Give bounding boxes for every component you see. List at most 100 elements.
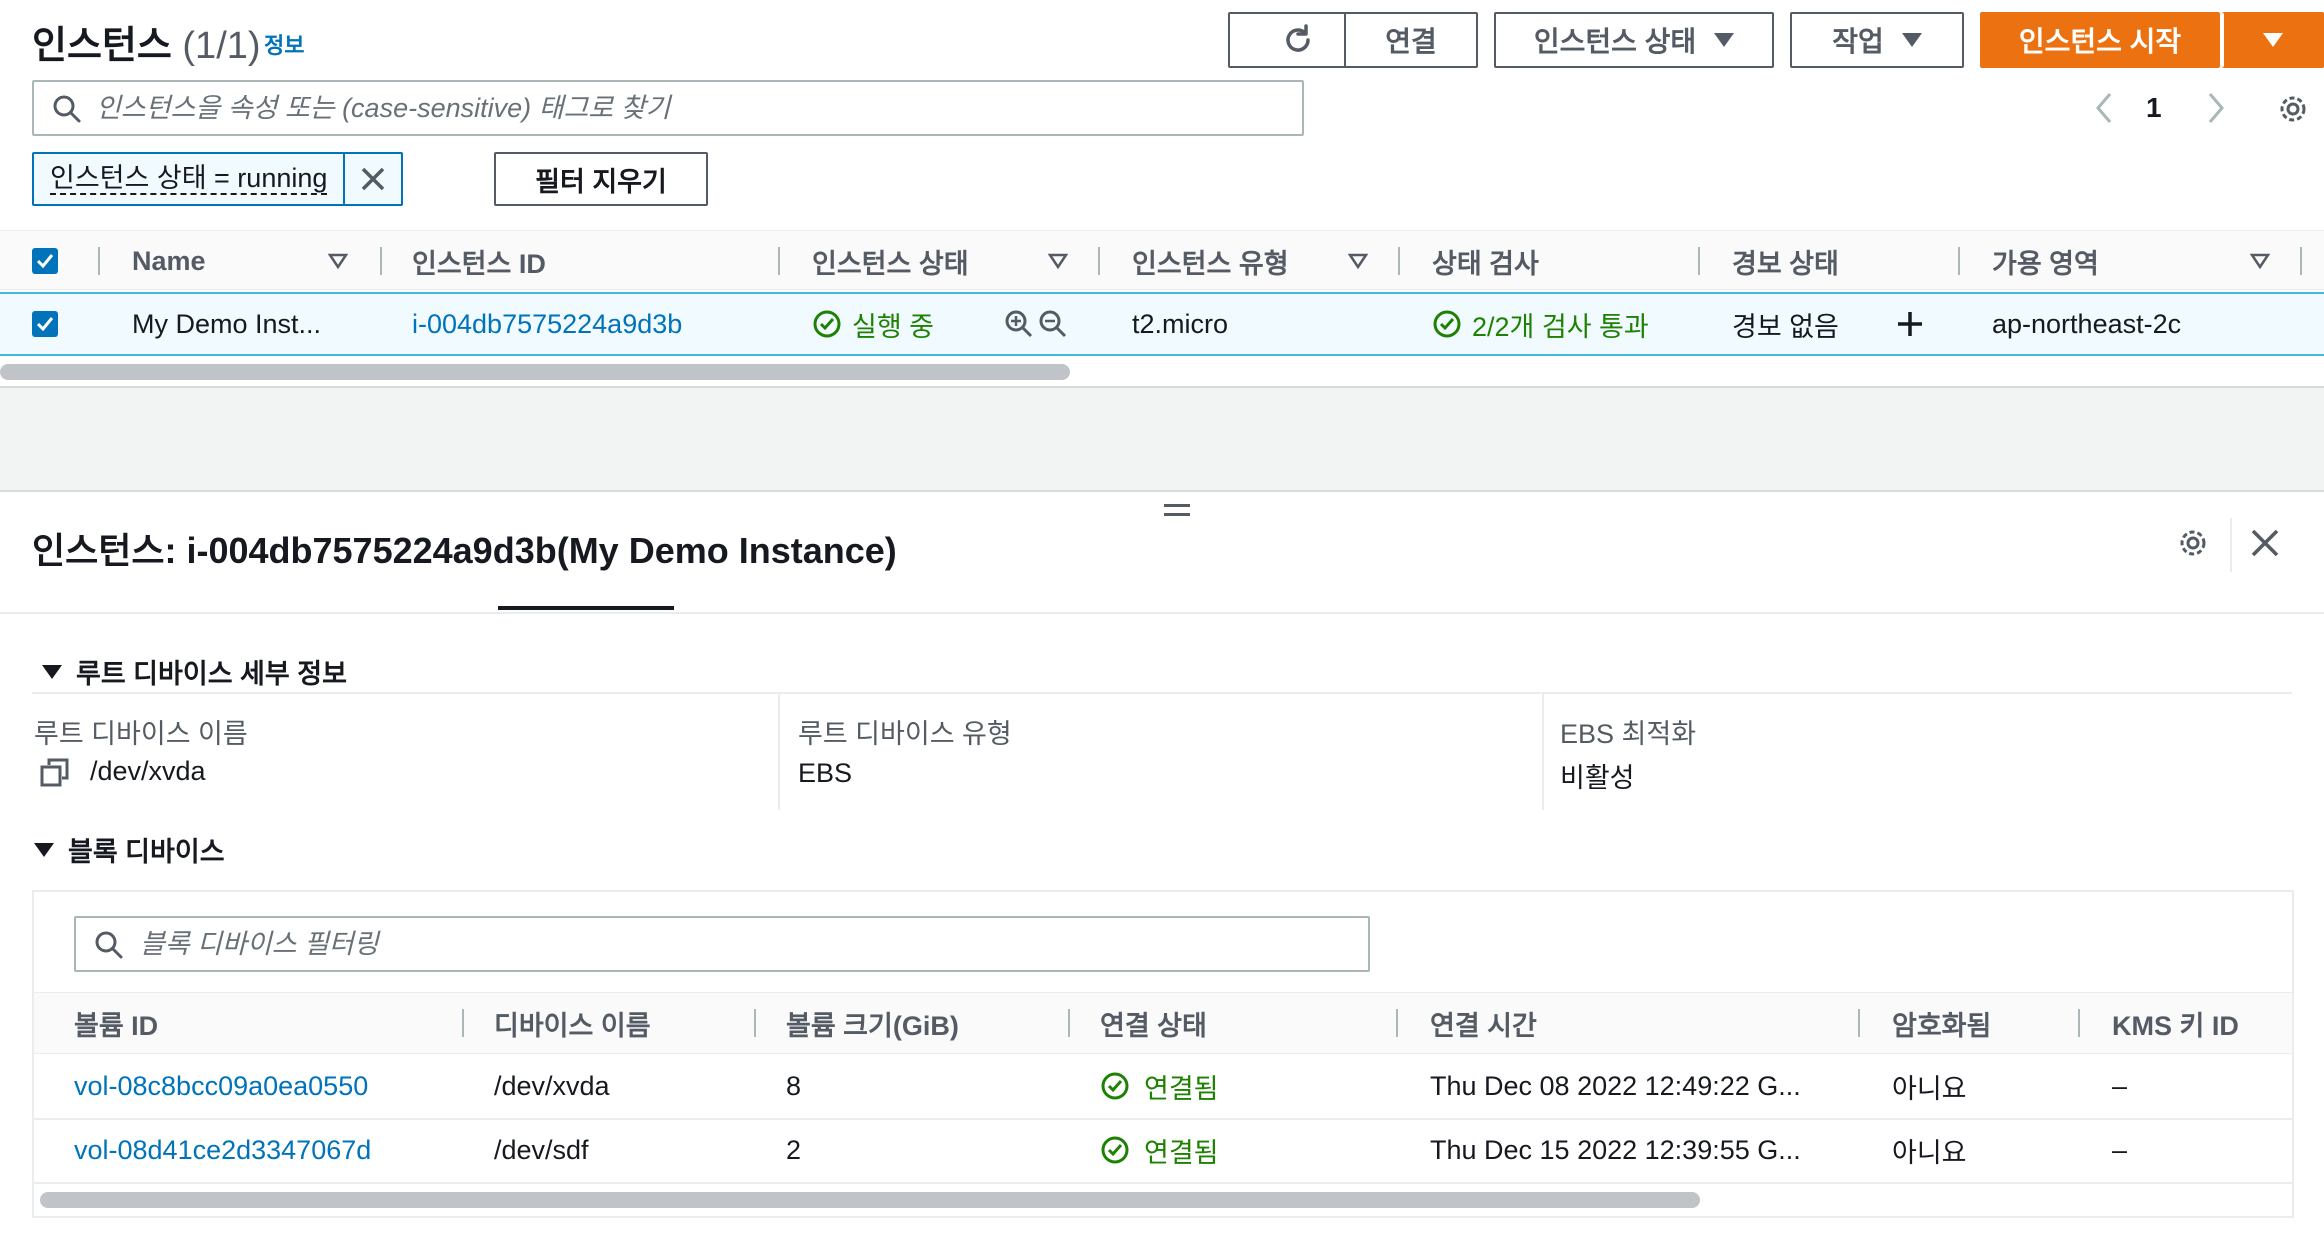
caret-down-icon (1901, 33, 1922, 47)
root-device-type-label: 루트 디바이스 유형 (798, 719, 1012, 749)
select-all-checkbox[interactable] (32, 231, 58, 291)
chevron-left-icon[interactable] (2094, 92, 2114, 124)
check-circle-icon (813, 310, 841, 338)
status-check: 2/2개 검사 통과 (1432, 294, 1649, 354)
volume-id-link[interactable]: vol-08d41ce2d3347067d (74, 1120, 371, 1180)
gear-icon (2180, 530, 2206, 556)
page-number[interactable]: 1 (2146, 92, 2162, 124)
horizontal-scrollbar[interactable] (0, 364, 1070, 380)
availability-zone: ap-northeast-2c (1992, 308, 2182, 339)
clear-filters-button[interactable]: 필터 지우기 (494, 152, 708, 206)
zoom-in-icon[interactable] (1004, 309, 1034, 339)
column-header-encrypted[interactable]: 암호화됨 (1892, 993, 1991, 1053)
actions-dropdown[interactable]: 작업 (1790, 12, 1964, 68)
instance-state-dropdown[interactable]: 인스턴스 상태 (1494, 12, 1774, 68)
launch-instances-button[interactable]: 인스턴스 시작 (1980, 12, 2220, 68)
row-checkbox[interactable] (32, 294, 58, 354)
connect-button[interactable]: 연결 (1344, 12, 1478, 68)
root-device-section-title: 루트 디바이스 세부 정보 (76, 659, 347, 689)
tabs-divider (0, 612, 2324, 614)
instance-search[interactable] (32, 80, 1304, 136)
kms-key-id: – (2112, 1070, 2128, 1101)
gear-icon[interactable] (2276, 92, 2310, 126)
caret-down-icon (1714, 33, 1735, 47)
attachment-status-text: 연결됨 (1144, 1137, 1219, 1168)
close-icon (362, 167, 385, 191)
filter-token[interactable]: 인스턴스 상태 = running (32, 152, 404, 206)
root-device-name-value: /dev/xvda (90, 756, 206, 786)
volume-size: 2 (786, 1134, 802, 1165)
divider (1542, 694, 1544, 810)
caret-down-icon (34, 842, 54, 857)
detail-title: 인스턴스: i-004db7575224a9d3b(My Demo Instan… (32, 530, 897, 571)
remove-filter-button[interactable] (343, 154, 401, 204)
instance-state-text: 실행 중 (852, 311, 935, 342)
encrypted: 아니요 (1892, 1137, 1967, 1168)
detail-settings-button[interactable] (2176, 526, 2210, 560)
instance-state: 실행 중 (812, 294, 934, 354)
attachment-status: 연결됨 (1100, 1056, 1219, 1116)
zoom-out-icon[interactable] (1038, 309, 1068, 339)
column-header-instance-type[interactable]: 인스턴스 유형 (1132, 231, 1289, 291)
column-header-volume-id[interactable]: 볼륨 ID (74, 993, 158, 1053)
active-tab-indicator[interactable] (498, 606, 674, 610)
launch-options-dropdown[interactable] (2222, 12, 2324, 68)
root-device-name-label: 루트 디바이스 이름 (34, 719, 248, 749)
column-header-status-check[interactable]: 상태 검사 (1432, 231, 1539, 291)
block-devices-table-header: 볼륨 ID 디바이스 이름 볼륨 크기(GiB) 연결 상태 연결 시간 암호화… (34, 992, 2292, 1054)
volume-id-link[interactable]: vol-08c8bcc09a0ea0550 (74, 1056, 368, 1116)
column-header-instance-id[interactable]: 인스턴스 ID (412, 231, 546, 291)
ebs-optimized-label: EBS 최적화 (1560, 719, 1697, 749)
page-title: 인스턴스 (1/1) (32, 14, 261, 69)
attachment-time: Thu Dec 15 2022 12:39:55 G... (1430, 1134, 1801, 1165)
copy-icon[interactable] (40, 757, 70, 787)
status-check-text: 2/2개 검사 통과 (1472, 311, 1649, 342)
sort-icon[interactable] (2250, 253, 2270, 269)
add-alarm-button[interactable] (1896, 294, 1924, 354)
search-icon (95, 931, 123, 959)
column-header-kms-key-id[interactable]: KMS 키 ID (2112, 993, 2239, 1053)
launch-label: 인스턴스 시작 (2018, 26, 2182, 57)
close-detail-button[interactable] (2250, 528, 2280, 558)
column-header-availability-zone[interactable]: 가용 영역 (1992, 231, 2099, 291)
divider (2230, 518, 2232, 572)
attachment-status: 연결됨 (1100, 1120, 1219, 1180)
instance-name: My Demo Inst... (132, 308, 322, 339)
chevron-right-icon[interactable] (2206, 92, 2226, 124)
column-header-attachment-status[interactable]: 연결 상태 (1100, 993, 1207, 1053)
plus-icon (1898, 312, 1922, 336)
zoom-controls (1004, 294, 1068, 354)
column-header-attachment-time[interactable]: 연결 시간 (1430, 993, 1537, 1053)
block-device-search[interactable] (74, 916, 1370, 972)
sort-icon[interactable] (328, 253, 348, 269)
sort-icon[interactable] (1048, 253, 1068, 269)
info-link[interactable]: 정보 (264, 28, 304, 60)
ebs-optimized-value: 비활성 (1560, 763, 1635, 793)
column-header-name[interactable]: Name (132, 231, 206, 291)
caret-down-icon (2263, 33, 2283, 47)
root-device-section-toggle[interactable]: 루트 디바이스 세부 정보 (42, 652, 347, 691)
horizontal-scrollbar[interactable] (40, 1192, 1700, 1208)
root-device-type-value: EBS (798, 758, 853, 788)
column-header-device-name[interactable]: 디바이스 이름 (494, 993, 651, 1053)
column-header-instance-state[interactable]: 인스턴스 상태 (812, 231, 969, 291)
instance-id-link[interactable]: i-004db7575224a9d3b (412, 294, 682, 354)
search-icon (53, 95, 81, 123)
block-device-filter-input[interactable] (140, 928, 1368, 960)
panel-gap (0, 388, 2324, 492)
instance-count: (1/1) (182, 25, 261, 67)
kms-key-id: – (2112, 1134, 2128, 1165)
column-header-volume-size[interactable]: 볼륨 크기(GiB) (786, 993, 959, 1053)
attachment-time: Thu Dec 08 2022 12:49:22 G... (1430, 1070, 1801, 1101)
device-name: /dev/sdf (494, 1134, 589, 1165)
sort-icon[interactable] (1348, 253, 1368, 269)
search-input[interactable] (96, 92, 1302, 124)
check-circle-icon (1101, 1072, 1129, 1100)
resize-handle[interactable] (1164, 504, 1190, 522)
root-device-name: /dev/xvda (40, 756, 206, 787)
column-header-alarm-status[interactable]: 경보 상태 (1732, 231, 1839, 291)
filter-token-text[interactable]: 인스턴스 상태 = running (34, 154, 343, 204)
page-title-text: 인스턴스 (32, 25, 172, 67)
block-devices-section-toggle[interactable]: 블록 디바이스 (34, 830, 225, 869)
table-row[interactable]: My Demo Inst... i-004db7575224a9d3b 실행 중… (0, 292, 2324, 356)
